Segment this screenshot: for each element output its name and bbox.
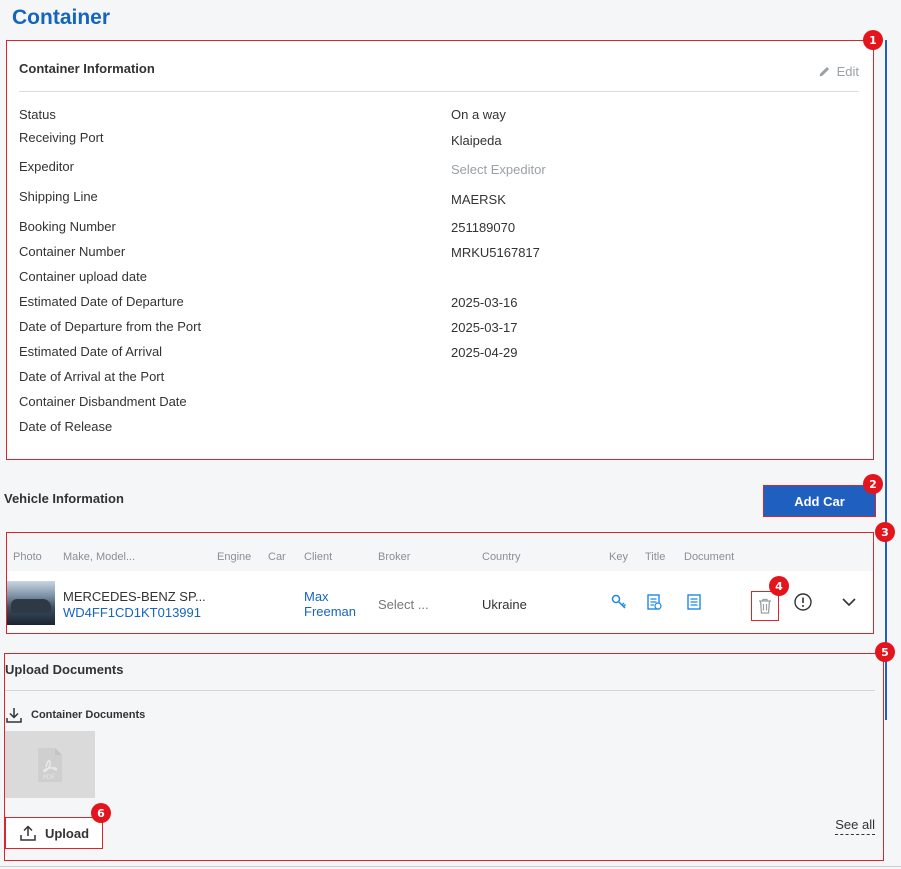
- receiving-port-value: Klaipeda: [451, 133, 502, 148]
- annotation-badge-1: 1: [863, 30, 883, 50]
- status-label: Status: [19, 107, 56, 122]
- expeditor-select[interactable]: Select Expeditor: [451, 162, 546, 177]
- key-icon[interactable]: [610, 593, 628, 611]
- disbandment-date-label: Container Disbandment Date: [19, 394, 187, 409]
- column-key: Key: [609, 551, 628, 563]
- broker-select[interactable]: Select ...: [378, 597, 429, 612]
- scroll-indicator: [885, 40, 887, 720]
- page-title: Container: [12, 6, 111, 29]
- column-car: Car: [268, 551, 286, 563]
- car-make-model: MERCEDES-BENZ SP...: [63, 589, 206, 604]
- column-broker: Broker: [378, 551, 411, 563]
- date-of-release-label: Date of Release: [19, 419, 113, 434]
- expeditor-label: Expeditor: [19, 159, 74, 174]
- table-row: MERCEDES-BENZ SP... WD4FF1CD1KT013991 Ma…: [7, 571, 873, 633]
- divider: [19, 91, 859, 92]
- column-document: Document: [684, 551, 735, 563]
- divider: [5, 690, 875, 691]
- column-client: Client: [304, 551, 333, 563]
- booking-number-label: Booking Number: [19, 219, 116, 234]
- shipping-line-label: Shipping Line: [19, 189, 98, 204]
- upload-documents-section: Upload Documents Container Documents PDF…: [4, 653, 884, 861]
- country-value: Ukraine: [482, 597, 527, 612]
- info-alert-icon[interactable]: [793, 592, 813, 612]
- annotation-badge-3: 3: [875, 522, 895, 542]
- trash-icon: [759, 598, 771, 614]
- client-link[interactable]: Max Freeman: [304, 589, 356, 619]
- column-title: Title: [645, 551, 666, 563]
- estimated-arrival-label: Estimated Date of Arrival: [19, 344, 163, 359]
- client-first-name: Max: [304, 589, 329, 604]
- container-number-value: MRKU5167817: [451, 245, 540, 260]
- container-information-card: Container Information Edit Status On a w…: [6, 40, 874, 460]
- edit-label: Edit: [836, 64, 859, 79]
- pdf-label: PDF: [43, 774, 55, 781]
- chevron-down-icon[interactable]: [841, 595, 857, 609]
- edit-button[interactable]: Edit: [818, 64, 859, 79]
- annotation-badge-5: 5: [875, 642, 895, 662]
- annotation-badge-6: 6: [91, 803, 111, 823]
- annotation-badge-4: 4: [769, 576, 789, 596]
- container-number-label: Container Number: [19, 244, 126, 259]
- shipping-line-value: MAERSK: [451, 192, 506, 207]
- annotation-badge-2: 2: [863, 474, 883, 494]
- arrival-at-port-label: Date of Arrival at the Port: [19, 369, 165, 384]
- upload-icon: [20, 825, 36, 841]
- pencil-icon: [819, 66, 829, 77]
- vehicle-information-title: Vehicle Information: [4, 491, 124, 506]
- container-documents-label: Container Documents: [31, 709, 146, 721]
- container-information-title: Container Information: [19, 61, 155, 76]
- column-engine: Engine: [217, 551, 252, 563]
- estimated-departure-value: 2025-03-16: [451, 295, 518, 310]
- column-photo: Photo: [13, 551, 42, 563]
- title-document-icon[interactable]: [645, 593, 663, 611]
- upload-documents-title: Upload Documents: [5, 662, 124, 677]
- bottom-divider: [0, 866, 901, 867]
- container-upload-date-label: Container upload date: [19, 269, 147, 284]
- upload-button[interactable]: Upload: [5, 817, 103, 849]
- car-vin-link[interactable]: WD4FF1CD1KT013991: [63, 605, 201, 620]
- booking-number-value: 251189070: [451, 220, 516, 235]
- download-icon: [6, 708, 22, 723]
- status-value: On a way: [451, 107, 506, 122]
- car-photo[interactable]: [7, 581, 55, 625]
- estimated-departure-label: Estimated Date of Departure: [19, 294, 184, 309]
- delete-car-button[interactable]: [751, 591, 779, 621]
- document-icon[interactable]: [685, 593, 703, 611]
- estimated-arrival-value: 2025-04-29: [451, 345, 518, 360]
- departure-from-port-label: Date of Departure from the Port: [19, 319, 202, 334]
- upload-label: Upload: [44, 825, 90, 841]
- see-all-link[interactable]: See all: [835, 817, 875, 835]
- receiving-port-label: Receiving Port: [19, 130, 104, 145]
- add-car-button[interactable]: Add Car: [763, 485, 876, 517]
- pdf-file-thumbnail[interactable]: PDF: [5, 731, 95, 798]
- departure-from-port-value: 2025-03-17: [451, 320, 518, 335]
- column-make-model: Make, Model...: [63, 551, 136, 563]
- client-last-name: Freeman: [304, 604, 357, 619]
- container-documents-header: Container Documents: [5, 706, 145, 724]
- vehicle-table: Photo Make, Model... Engine Car Client B…: [6, 532, 874, 634]
- pdf-icon: PDF: [38, 747, 62, 782]
- column-country: Country: [482, 551, 521, 563]
